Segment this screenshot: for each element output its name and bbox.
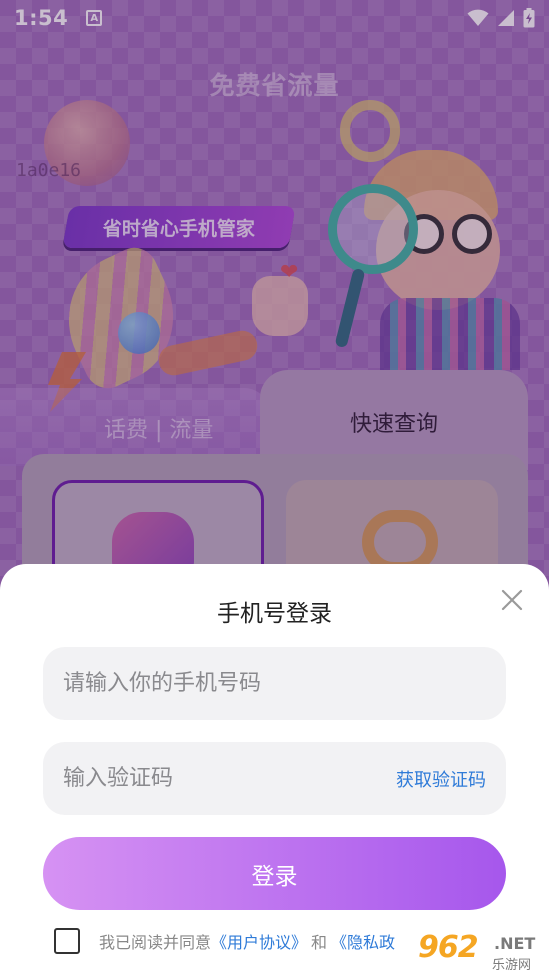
agreement-prefix: 我已阅读并同意 <box>99 933 212 952</box>
get-code-button[interactable]: 获取验证码 <box>396 766 486 792</box>
code-input[interactable] <box>63 766 353 791</box>
agreement-and: 和 <box>311 933 328 952</box>
site-watermark-name: 乐游网 <box>492 958 532 973</box>
site-watermark-logo: 962 .NET 乐游网 <box>418 930 546 974</box>
login-sheet: 手机号登录 获取验证码 登录 我已阅读并同意 《用户协议》 和 《隐私政 <box>0 564 549 977</box>
code-field[interactable]: 获取验证码 <box>43 742 506 815</box>
close-button[interactable] <box>498 586 526 614</box>
phone-input[interactable] <box>63 671 486 696</box>
site-watermark-suffix: .NET <box>494 934 536 953</box>
phone-field[interactable] <box>43 647 506 720</box>
privacy-policy-link[interactable]: 《隐私政 <box>331 929 395 953</box>
user-agreement-link[interactable]: 《用户协议》 <box>211 929 307 953</box>
login-button[interactable]: 登录 <box>43 837 506 910</box>
close-icon <box>501 589 523 611</box>
agreement-checkbox[interactable] <box>54 928 80 954</box>
sheet-title: 手机号登录 <box>217 601 332 627</box>
site-watermark-number: 962 <box>418 930 479 965</box>
